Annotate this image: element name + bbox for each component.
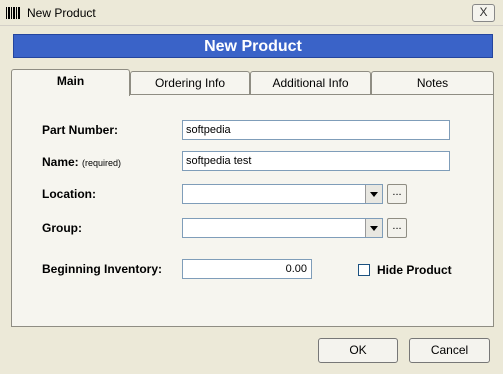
hide-product-label: Hide Product [377,263,452,277]
window-title: New Product [27,6,96,20]
page-title-banner: New Product [13,34,493,58]
chevron-down-icon [370,191,378,197]
hide-product-checkbox[interactable] [358,264,370,276]
location-browse-button[interactable]: ... [387,184,407,204]
group-select[interactable] [182,218,383,238]
beginning-inventory-field[interactable]: 0.00 [182,259,312,279]
tab-additional-info[interactable]: Additional Info [250,71,371,94]
title-bar[interactable]: New Product X [0,0,503,26]
location-label: Location: [42,187,96,201]
part-number-label: Part Number: [42,123,119,137]
beginning-inventory-label: Beginning Inventory: [42,262,162,276]
tab-bar: Main Ordering Info Additional Info Notes [11,69,494,96]
location-select[interactable] [182,184,383,204]
name-field[interactable]: softpedia test [182,151,450,171]
group-dropdown-button[interactable] [365,219,382,237]
close-button[interactable]: X [472,4,495,22]
required-note: (required) [82,158,122,168]
location-dropdown-button[interactable] [365,185,382,203]
name-label-text: Name: [42,155,79,169]
ok-button[interactable]: OK [318,338,398,363]
group-browse-button[interactable]: ... [387,218,407,238]
tab-notes[interactable]: Notes [371,71,494,94]
cancel-button[interactable]: Cancel [409,338,490,363]
chevron-down-icon [370,225,378,231]
name-label: Name: (required) [42,155,121,169]
tab-main[interactable]: Main [11,69,130,96]
group-value [183,219,363,237]
close-icon: X [479,5,488,19]
part-number-field[interactable]: softpedia [182,120,450,140]
barcode-icon [6,7,20,19]
location-value [183,185,363,203]
group-label: Group: [42,221,82,235]
tab-ordering-info[interactable]: Ordering Info [130,71,250,94]
